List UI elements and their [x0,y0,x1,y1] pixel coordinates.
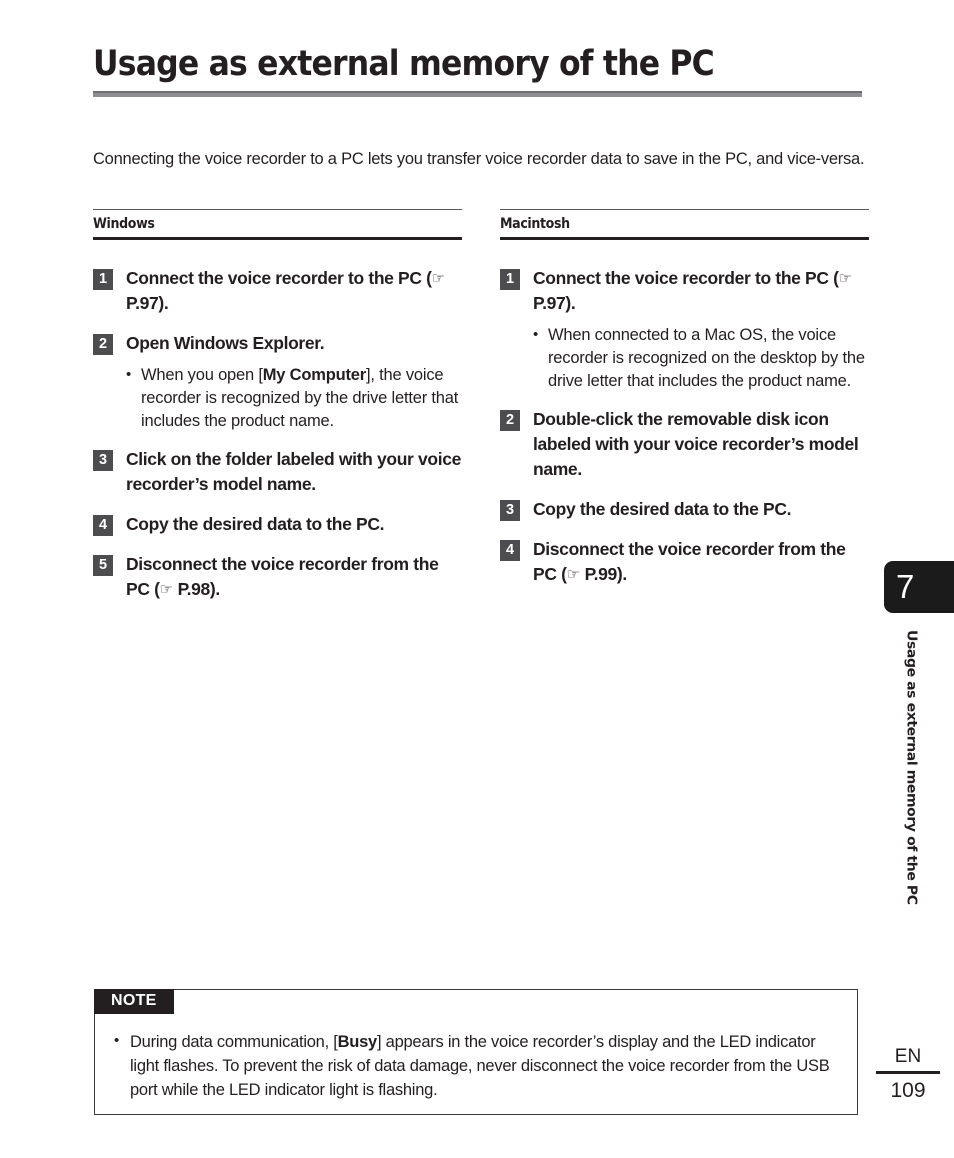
step-text-before: Connect the voice recorder to the PC ( [533,268,839,288]
pointing-hand-icon: ☞ [838,269,853,287]
column-header-windows: Windows [93,209,462,240]
column-header-label: Windows [93,216,155,232]
document-page: Usage as external memory of the PC Conne… [0,0,954,1158]
step-number-badge: 2 [93,334,113,355]
subnotes-list: When connected to a Mac OS, the voice re… [500,323,869,393]
page-footer: EN 109 [876,1045,940,1104]
step-item: 3 Copy the desired data to the PC. [500,497,869,522]
steps-list-macintosh: 1 Connect the voice recorder to the PC (… [500,240,869,587]
note-text-bold: Busy [337,1033,378,1051]
step-text-after: P.99). [580,564,628,584]
subnote-item: When connected to a Mac OS, the voice re… [533,323,869,393]
title-rule [93,91,862,97]
footer-page-number: 109 [890,1079,926,1102]
footer-language: EN [894,1046,922,1067]
step-item: 1 Connect the voice recorder to the PC (… [93,266,462,316]
step-item: 4 Copy the desired data to the PC. [93,512,462,537]
pointing-hand-icon: ☞ [566,565,581,583]
chapter-tab-number: 7 [896,568,915,605]
step-item: 3 Click on the folder labeled with your … [93,447,462,497]
step-item: 2 Open Windows Explorer. [93,331,462,356]
title-block: Usage as external memory of the PC [93,44,862,97]
step-text-after: P.97). [126,293,169,313]
note-badge: NOTE [94,989,174,1014]
step-number-badge: 4 [93,515,113,536]
step-number-badge: 3 [93,450,113,471]
step-text: Disconnect the voice recorder from the P… [533,537,869,587]
footer-rule [876,1071,940,1074]
column-windows: Windows 1 Connect the voice recorder to … [93,209,462,617]
step-text-before: Connect the voice recorder to the PC ( [126,268,432,288]
page-title: Usage as external memory of the PC [93,44,715,84]
subnote-text-bold: My Computer [262,366,366,384]
step-text-before: Open Windows Explorer. [126,333,325,353]
step-number-badge: 1 [93,269,113,290]
step-item: 2 Double-click the removable disk icon l… [500,407,869,482]
pointing-hand-icon: ☞ [159,580,174,598]
instruction-columns: Windows 1 Connect the voice recorder to … [93,209,869,617]
note-body: During data communication, [Busy] appear… [95,990,857,1114]
chapter-tab: 7 [884,561,954,613]
step-text: Double-click the removable disk icon lab… [533,409,859,479]
steps-list-windows: 1 Connect the voice recorder to the PC (… [93,240,462,602]
pointing-hand-icon: ☞ [431,269,446,287]
column-header-label: Macintosh [500,216,570,232]
step-number-badge: 2 [500,410,520,431]
column-macintosh: Macintosh 1 Connect the voice recorder t… [500,209,869,617]
step-text: Copy the desired data to the PC. [533,499,792,519]
step-number-badge: 1 [500,269,520,290]
subnotes-list: When you open [My Computer], the voice r… [93,363,462,433]
note-item: During data communication, [Busy] appear… [113,1029,837,1102]
step-number-badge: 5 [93,555,113,576]
step-text: Disconnect the voice recorder from the P… [126,552,462,602]
note-box: NOTE During data communication, [Busy] a… [94,989,858,1115]
step-item: 1 Connect the voice recorder to the PC (… [500,266,869,316]
note-text-pre: During data communication, [ [130,1033,338,1051]
intro-paragraph: Connecting the voice recorder to a PC le… [93,149,865,168]
step-text: Open Windows Explorer. [126,331,462,356]
step-text: Click on the folder labeled with your vo… [126,449,462,494]
chapter-side-label: Usage as external memory of the PC [904,630,919,905]
step-text-after: P.98). [173,579,221,599]
step-number-badge: 4 [500,540,520,561]
column-header-macintosh: Macintosh [500,209,869,240]
step-text: Connect the voice recorder to the PC (☞ … [126,266,462,316]
subnote-text-pre: When you open [ [141,366,263,384]
step-item: 4 Disconnect the voice recorder from the… [500,537,869,587]
step-number-badge: 3 [500,500,520,521]
step-text: Connect the voice recorder to the PC (☞ … [533,266,869,316]
step-text: Copy the desired data to the PC. [126,514,385,534]
subnote-item: When you open [My Computer], the voice r… [126,363,462,433]
step-item: 5 Disconnect the voice recorder from the… [93,552,462,602]
step-text-after: P.97). [533,293,576,313]
